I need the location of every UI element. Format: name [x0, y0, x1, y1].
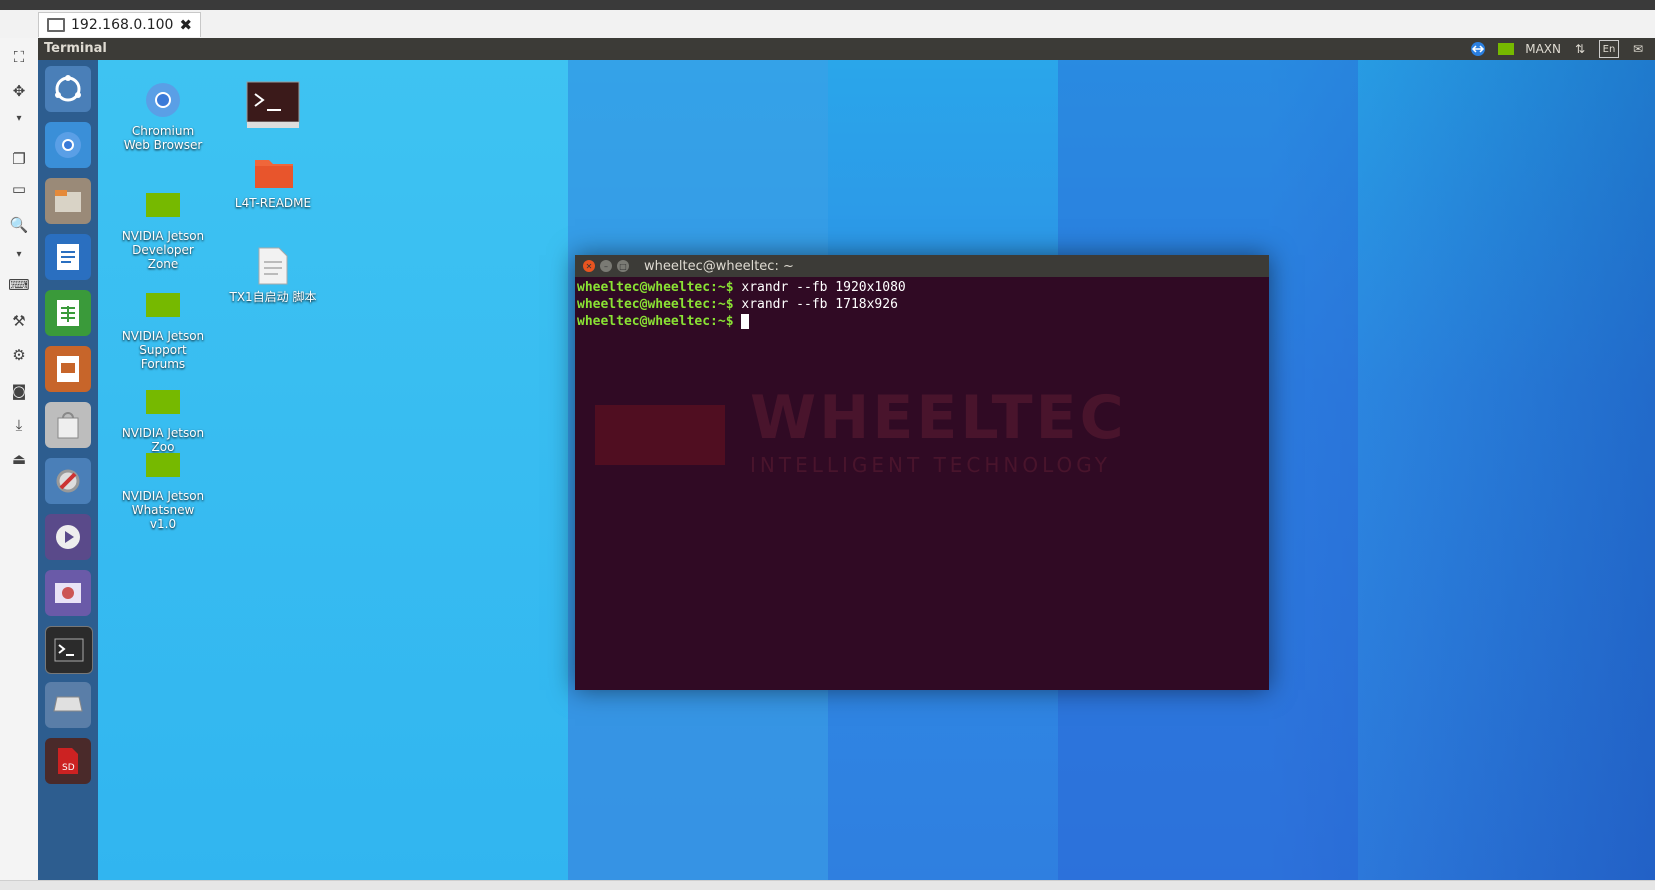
disconnect-icon[interactable]: ⏏ [8, 448, 30, 470]
chevron-down-icon[interactable]: ▾ [8, 112, 30, 124]
nvidia-icon[interactable] [1497, 41, 1515, 57]
terminal-titlebar[interactable]: ✕ – □ wheeltec@wheeltec: ~ [575, 255, 1269, 277]
terminal-line: wheeltec@wheeltec:~$ xrandr --fb 1920x10… [577, 279, 1267, 296]
desktop-icon-chromium[interactable]: Chromium Web Browser [118, 80, 208, 152]
desktop-icon-terminal[interactable] [228, 80, 318, 134]
desktop-icon-label: NVIDIA Jetson Support Forums [121, 329, 205, 371]
desktop-icon-label: Chromium Web Browser [123, 124, 203, 152]
desktop-icon-l4t-readme[interactable]: L4T-README [228, 152, 318, 210]
folder-icon [253, 152, 293, 192]
shell-prompt: wheeltec@wheeltec:~$ [577, 314, 734, 329]
terminal-output[interactable]: wheeltec@wheeltec:~$ xrandr --fb 1920x10… [575, 277, 1269, 332]
ubuntu-top-panel: Terminal MAXN ⇅ En ✉ [38, 38, 1655, 60]
network-icon[interactable]: ⇅ [1571, 41, 1589, 57]
remmina-toolbar: ⛶ ✥ ▾ ❐ ▭ 🔍 ▾ ⌨ ⚒ ⚙ ◙ ⤓ ⏏ [0, 38, 39, 889]
window-titlebar [0, 0, 1655, 10]
nvidia-logo-icon [143, 285, 183, 325]
close-icon[interactable]: ✕ [583, 260, 595, 272]
terminal-line: wheeltec@wheeltec:~$ xrandr --fb 1718x92… [577, 296, 1267, 313]
desktop-icon-jetson-support-forums[interactable]: NVIDIA Jetson Support Forums [118, 285, 208, 371]
desktop-icon-tx1-file[interactable]: TX1自启动 脚本 [228, 246, 318, 304]
tools-icon[interactable]: ⚒ [8, 310, 30, 332]
shell-prompt: wheeltec@wheeltec:~$ [577, 297, 734, 312]
teamviewer-icon[interactable] [1469, 41, 1487, 57]
watermark-main: WHEELTEC [750, 383, 1127, 453]
writer-icon[interactable] [45, 234, 91, 280]
drive-icon[interactable] [45, 682, 91, 728]
desktop-icon-label: NVIDIA Jetson Developer Zone [121, 229, 205, 271]
remote-desktop[interactable]: Terminal MAXN ⇅ En ✉ SD Chromium Web Bro [38, 38, 1655, 880]
chevron-down-icon-2[interactable]: ▾ [8, 248, 30, 260]
system-settings-icon[interactable] [45, 458, 91, 504]
shell-prompt: wheeltec@wheeltec:~$ [577, 280, 734, 295]
desktop-icon-label: TX1自启动 脚本 [229, 290, 317, 304]
zoom-icon[interactable]: 🔍 [8, 214, 30, 236]
nvidia-logo-icon [143, 382, 183, 422]
software-center-icon[interactable] [45, 402, 91, 448]
scale-icon[interactable]: ❐ [8, 148, 30, 170]
ubuntu-dash-icon[interactable] [45, 66, 91, 112]
move-icon[interactable]: ✥ [8, 80, 30, 102]
svg-text:SD: SD [62, 763, 75, 773]
tab-label: 192.168.0.100 [71, 17, 174, 33]
files-icon[interactable] [45, 178, 91, 224]
wheeltec-watermark: WHEELTEC INTELLIGENT TECHNOLOGY [750, 383, 1127, 477]
screenshot-icon[interactable]: ◙ [8, 380, 30, 402]
impress-icon[interactable] [45, 346, 91, 392]
watermark-sub: INTELLIGENT TECHNOLOGY [750, 453, 1112, 477]
tab-bar: 192.168.0.100 ✖ [0, 10, 1655, 39]
maximize-icon[interactable]: □ [617, 260, 629, 272]
text-file-icon [253, 246, 293, 286]
mail-icon[interactable]: ✉ [1629, 41, 1647, 57]
nvidia-logo-icon [143, 445, 183, 485]
fullscreen-icon[interactable]: ⛶ [8, 46, 30, 68]
shell-command: xrandr --fb 1718x926 [733, 297, 898, 312]
unity-launcher: SD [38, 60, 98, 880]
desktop-icon-label: NVIDIA Jetson Whatsnew v1.0 [121, 489, 205, 531]
sd-card-icon[interactable]: SD [45, 738, 91, 784]
chromium-icon [143, 80, 183, 120]
tab-remote-connection[interactable]: 192.168.0.100 ✖ [38, 12, 202, 37]
desktop-icon-jetson-whatsnew[interactable]: NVIDIA Jetson Whatsnew v1.0 [118, 445, 208, 531]
window-icon[interactable]: ▭ [8, 178, 30, 200]
tab-close-icon[interactable]: ✖ [179, 16, 192, 34]
settings-icon[interactable]: ⚙ [8, 344, 30, 366]
terminal-launcher-icon[interactable] [45, 626, 93, 674]
watermark-logo-box [595, 405, 725, 465]
system-tray: MAXN ⇅ En ✉ [1469, 38, 1647, 60]
shell-command [734, 314, 742, 329]
desktop-icon-jetson-developer-zone[interactable]: NVIDIA Jetson Developer Zone [118, 185, 208, 271]
desktop-icon-label: L4T-README [234, 196, 312, 210]
calc-icon[interactable] [45, 290, 91, 336]
photo-app-icon[interactable] [45, 570, 91, 616]
desktop-icon-jetson-zoo[interactable]: NVIDIA Jetson Zoo [118, 382, 208, 454]
lang-indicator[interactable]: En [1599, 40, 1619, 58]
terminal-title: wheeltec@wheeltec: ~ [644, 258, 794, 274]
terminal-icon [245, 80, 301, 130]
minimize-icon[interactable]: ⤓ [8, 414, 30, 436]
minimize-icon-window[interactable]: – [600, 260, 612, 272]
power-mode-label[interactable]: MAXN [1525, 42, 1561, 56]
terminal-window[interactable]: ✕ – □ wheeltec@wheeltec: ~ wheeltec@whee… [575, 255, 1269, 690]
chromium-launcher-icon[interactable] [45, 122, 91, 168]
nvidia-logo-icon [143, 185, 183, 225]
text-cursor [741, 314, 750, 329]
terminal-line: wheeltec@wheeltec:~$ [577, 313, 1267, 330]
monitor-icon [47, 18, 65, 32]
media-player-icon[interactable] [45, 514, 91, 560]
keyboard-icon[interactable]: ⌨ [8, 274, 30, 296]
shell-command: xrandr --fb 1920x1080 [733, 280, 906, 295]
panel-app-title: Terminal [44, 41, 107, 56]
